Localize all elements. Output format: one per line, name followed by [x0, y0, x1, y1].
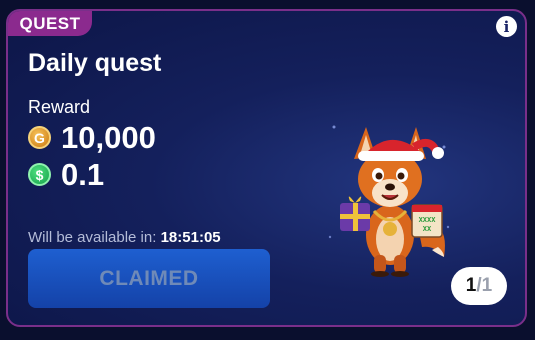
daily-quest-card: QUEST i Daily quest Reward G 10,000 $ 0.… [6, 9, 527, 327]
claimed-button[interactable]: CLAIMED [28, 249, 270, 308]
reward-gold-row: G 10,000 [28, 122, 156, 153]
availability-label: Will be available in: [28, 229, 157, 246]
quest-title: Daily quest [28, 49, 162, 77]
countdown-timer: 18:51:05 [160, 229, 221, 246]
info-icon[interactable]: i [496, 16, 517, 37]
green-reward-amount: 0.1 [61, 157, 105, 192]
reward-green-row: $ 0.1 [28, 159, 104, 190]
pager-total: 1 [481, 275, 493, 296]
quest-tag: QUEST [8, 11, 92, 36]
reward-label: Reward [28, 97, 91, 117]
gold-reward-amount: 10,000 [61, 120, 156, 155]
svg-text:XXXX: XXXX [419, 216, 437, 224]
page-indicator[interactable]: 1/1 [451, 267, 507, 305]
fox-mascot-illustration: XXXX XX [328, 125, 450, 277]
availability-text: Will be available in: 18:51:05 [28, 229, 221, 246]
svg-text:XX: XX [423, 225, 432, 233]
gold-coin-icon: G [28, 126, 51, 149]
green-coin-icon: $ [28, 163, 51, 186]
pager-current: 1 [465, 275, 477, 296]
